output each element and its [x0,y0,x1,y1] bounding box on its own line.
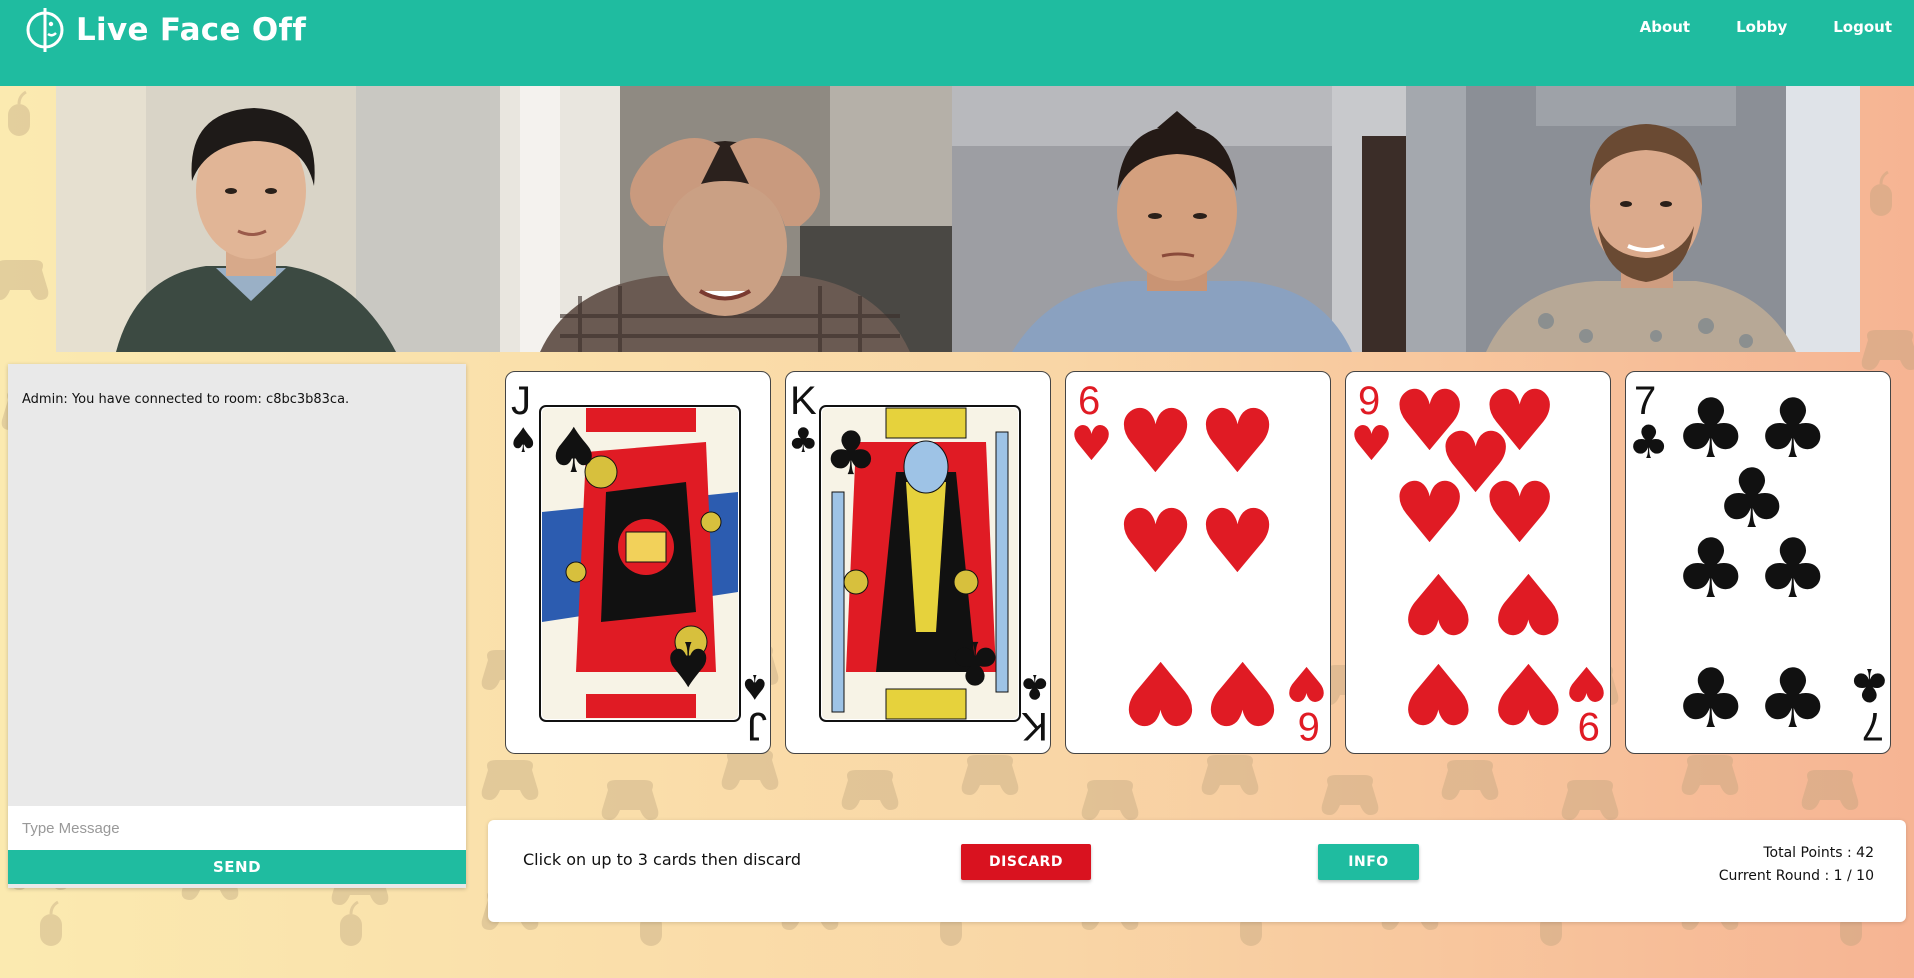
svg-text:♥: ♥ [1491,554,1566,652]
card-jack-of-spades[interactable]: J ♠ J ♠ ♠ ♠ [505,371,771,754]
chat-message: Admin: You have connected to room: c8bc3… [22,392,350,407]
nav-links: About Lobby Logout [1628,18,1904,36]
brand-title: Live Face Off [76,12,307,48]
heart-icon: ♥ [1350,416,1393,472]
svg-text:♥: ♥ [1482,464,1557,562]
club-icon: ♣ [1020,666,1050,706]
card-rank-inverted: K [1021,704,1048,748]
chat-log: Admin: You have connected to room: c8bc3… [8,364,466,806]
card-seven-of-clubs[interactable]: 7 ♣ 7 ♣ ♣ ♣ ♣ ♣ ♣ ♣ ♣ [1625,371,1891,754]
card-rank: K [790,379,817,423]
chat-panel: Admin: You have connected to room: c8bc3… [8,364,466,888]
face-logo-icon [26,8,64,52]
video-feed-participant-1 [56,86,500,352]
video-feed-participant-3 [952,86,1406,352]
chat-message-input[interactable] [8,806,466,850]
svg-text:♥: ♥ [1203,641,1282,744]
club-icon: ♣ [788,421,818,461]
card-king-of-clubs[interactable]: K ♣ K ♣ ♣ ♣ [785,371,1051,754]
heart-icon: ♥ [1565,655,1608,711]
discard-instruction: Click on up to 3 cards then discard [523,850,801,869]
svg-text:♠: ♠ [546,414,602,487]
svg-text:♥: ♥ [1491,644,1566,742]
svg-text:♥: ♥ [1401,554,1476,652]
nav-link-logout[interactable]: Logout [1821,18,1904,36]
svg-text:♥: ♥ [1198,390,1277,493]
game-control-panel: Click on up to 3 cards then discard DISC… [488,820,1906,922]
svg-text:♥: ♥ [1121,641,1200,744]
card-pips: ♥ ♥ ♥ ♥ ♥ ♥ [1116,390,1282,744]
svg-text:♥: ♥ [1116,490,1195,593]
svg-text:♣: ♣ [1674,652,1748,747]
card-pips: ♣ ♣ ♣ ♣ ♣ ♣ ♣ [1674,382,1830,747]
card-rank: J [511,379,531,423]
jack-face-art: ♠ ♠ [542,408,738,719]
discard-button[interactable]: DISCARD [961,844,1091,880]
heart-icon: ♥ [1285,655,1328,711]
card-nine-of-hearts[interactable]: 9 ♥ 9 ♥ ♥ ♥ ♥ ♥ ♥ ♥ ♥ ♥ ♥ [1345,371,1611,754]
spade-icon: ♠ [740,666,770,706]
heart-icon: ♥ [1070,416,1113,472]
nav-link-lobby[interactable]: Lobby [1724,18,1799,36]
spade-icon: ♠ [508,421,538,461]
card-rank-inverted: J [747,704,767,748]
navbar: Live Face Off About Lobby Logout [0,0,1914,86]
send-button[interactable]: SEND [8,850,466,884]
svg-text:♣: ♣ [1674,522,1748,617]
total-points: Total Points : 42 [1763,845,1874,861]
brand[interactable]: Live Face Off [24,6,306,54]
card-pips: ♥ ♥ ♥ ♥ ♥ ♥ ♥ ♥ ♥ [1392,372,1566,742]
nav-link-about[interactable]: About [1628,18,1703,36]
current-round: Current Round : 1 / 10 [1718,868,1874,884]
svg-text:♥: ♥ [1401,644,1476,742]
video-strip [56,86,1860,352]
svg-text:♠: ♠ [660,627,716,700]
svg-text:♣: ♣ [948,627,1002,697]
club-icon: ♣ [1849,658,1890,712]
club-icon: ♣ [1628,415,1669,469]
svg-text:♥: ♥ [1116,390,1195,493]
info-button[interactable]: INFO [1318,844,1419,880]
svg-text:♣: ♣ [1756,522,1830,617]
svg-text:♣: ♣ [824,419,878,489]
video-feed-participant-2 [500,86,952,352]
svg-text:♥: ♥ [1198,490,1277,593]
svg-text:♥: ♥ [1392,464,1467,562]
king-face-art: ♣ ♣ [822,407,1018,720]
score-summary: Total Points : 42 Current Round : 1 / 10 [1719,842,1874,888]
card-six-of-hearts[interactable]: 6 ♥ 6 ♥ ♥ ♥ ♥ ♥ ♥ ♥ [1065,371,1331,754]
svg-text:♣: ♣ [1756,652,1830,747]
video-feed-participant-4 [1406,86,1860,352]
